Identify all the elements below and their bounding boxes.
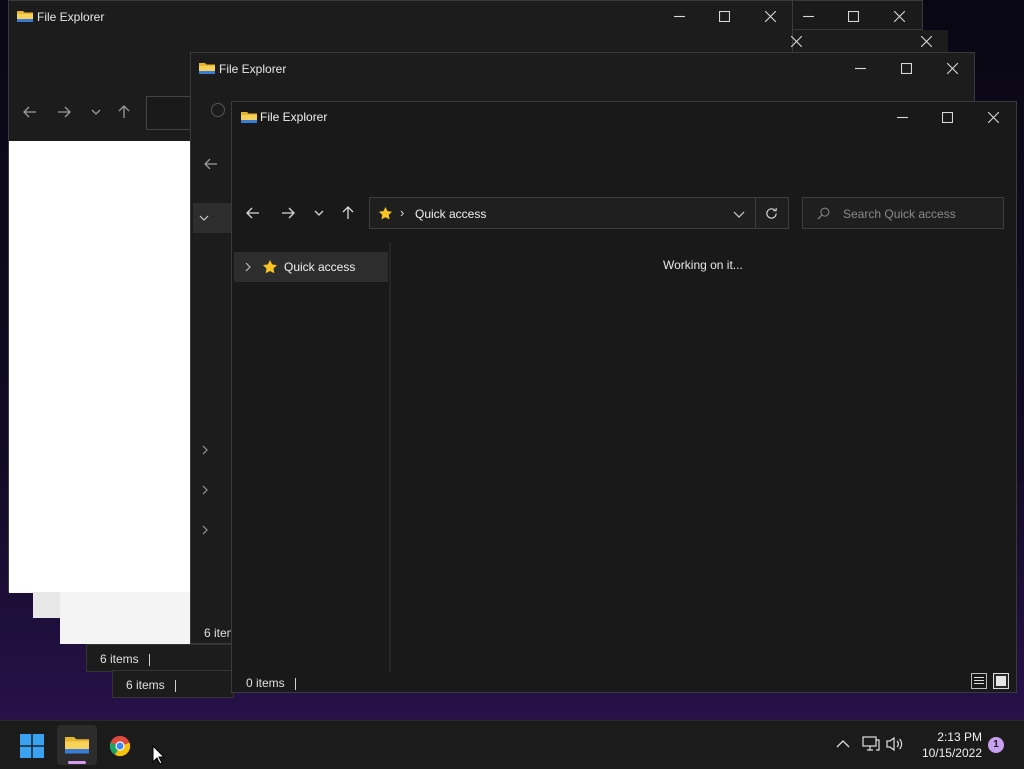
clock-date: 10/15/2022 — [921, 746, 982, 760]
nav-pane — [191, 193, 231, 633]
close-button[interactable] — [929, 53, 975, 83]
taskbar: 2:13 PM 10/15/2022 1 — [0, 720, 1024, 769]
search-box[interactable]: Search Quick access — [802, 197, 1004, 229]
content-pane — [392, 242, 1016, 672]
folder-icon — [199, 63, 215, 74]
clock-time: 2:13 PM — [937, 730, 982, 744]
volume-icon[interactable] — [886, 736, 904, 752]
chevron-down-icon[interactable] — [199, 213, 209, 223]
ghost-window-edge — [33, 592, 63, 618]
nav-item-label: Quick access — [284, 260, 356, 274]
clock[interactable]: 2:13 PM 10/15/2022 — [912, 729, 982, 761]
explorer-window-back-4: 6 items — [112, 670, 234, 698]
address-bar[interactable]: › Quick access — [369, 197, 789, 229]
chevron-right-icon[interactable] — [201, 525, 209, 535]
network-icon[interactable] — [862, 736, 880, 752]
maximize-button[interactable] — [830, 1, 876, 31]
content-pane — [9, 141, 191, 593]
up-button[interactable] — [333, 198, 363, 228]
active-indicator — [68, 761, 86, 764]
up-button[interactable] — [109, 97, 139, 127]
forward-button[interactable] — [273, 198, 303, 228]
start-button[interactable] — [13, 726, 53, 766]
recent-locations-button[interactable] — [81, 97, 111, 127]
folder-icon — [17, 11, 33, 22]
nav-item-quick-access[interactable]: Quick access — [234, 252, 388, 282]
chrome-icon — [109, 735, 131, 757]
star-icon — [378, 206, 393, 220]
windows-logo-icon — [20, 734, 44, 758]
taskbar-file-explorer[interactable] — [57, 725, 97, 765]
back-button[interactable] — [196, 149, 226, 179]
refresh-icon[interactable] — [765, 207, 778, 220]
status-item-count: 6 items — [100, 652, 150, 666]
maximize-button[interactable] — [701, 1, 747, 31]
large-icons-view-button[interactable] — [993, 673, 1009, 689]
mouse-cursor-icon — [152, 745, 165, 765]
minimize-button[interactable] — [837, 53, 883, 83]
refresh-separator — [755, 198, 756, 228]
window-title: File Explorer — [37, 10, 105, 24]
star-icon — [263, 260, 277, 274]
maximize-button[interactable] — [924, 102, 970, 132]
chevron-right-icon[interactable] — [201, 485, 209, 495]
explorer-window-ghost-edge — [790, 30, 948, 52]
new-tab-icon[interactable] — [211, 103, 225, 117]
status-item-count: 0 items — [246, 676, 296, 690]
back-button[interactable] — [238, 198, 268, 228]
window-title: File Explorer — [219, 62, 287, 76]
loading-message: Working on it... — [663, 258, 743, 272]
breadcrumb-location[interactable]: Quick access — [415, 207, 486, 221]
maximize-button[interactable] — [883, 53, 929, 83]
chevron-right-icon[interactable] — [244, 262, 252, 272]
window-title: File Explorer — [260, 110, 328, 124]
address-dropdown-icon[interactable] — [733, 209, 745, 219]
explorer-window-front: File Explorer › Quick access Search Quic… — [231, 101, 1017, 693]
breadcrumb-separator[interactable]: › — [400, 205, 404, 220]
back-button[interactable] — [15, 97, 45, 127]
recent-locations-button[interactable] — [304, 198, 334, 228]
folder-icon — [65, 737, 89, 754]
minimize-button[interactable] — [656, 1, 702, 31]
explorer-window-back-3: 6 items — [86, 644, 234, 672]
pane-splitter[interactable] — [389, 242, 391, 672]
minimize-button[interactable] — [879, 102, 925, 132]
status-item-count: 6 items — [126, 678, 176, 692]
details-view-button[interactable] — [971, 673, 987, 689]
folder-icon — [241, 112, 257, 123]
notification-badge[interactable]: 1 — [988, 737, 1004, 753]
ghost-window-edge — [60, 592, 190, 644]
search-icon — [817, 207, 830, 220]
chevron-right-icon[interactable] — [201, 445, 209, 455]
forward-button[interactable] — [49, 97, 79, 127]
search-placeholder: Search Quick access — [843, 207, 956, 221]
navigation-pane: Quick access — [232, 242, 390, 672]
taskbar-chrome[interactable] — [100, 726, 140, 766]
close-button[interactable] — [970, 102, 1016, 132]
show-hidden-icons-icon[interactable] — [836, 739, 850, 749]
